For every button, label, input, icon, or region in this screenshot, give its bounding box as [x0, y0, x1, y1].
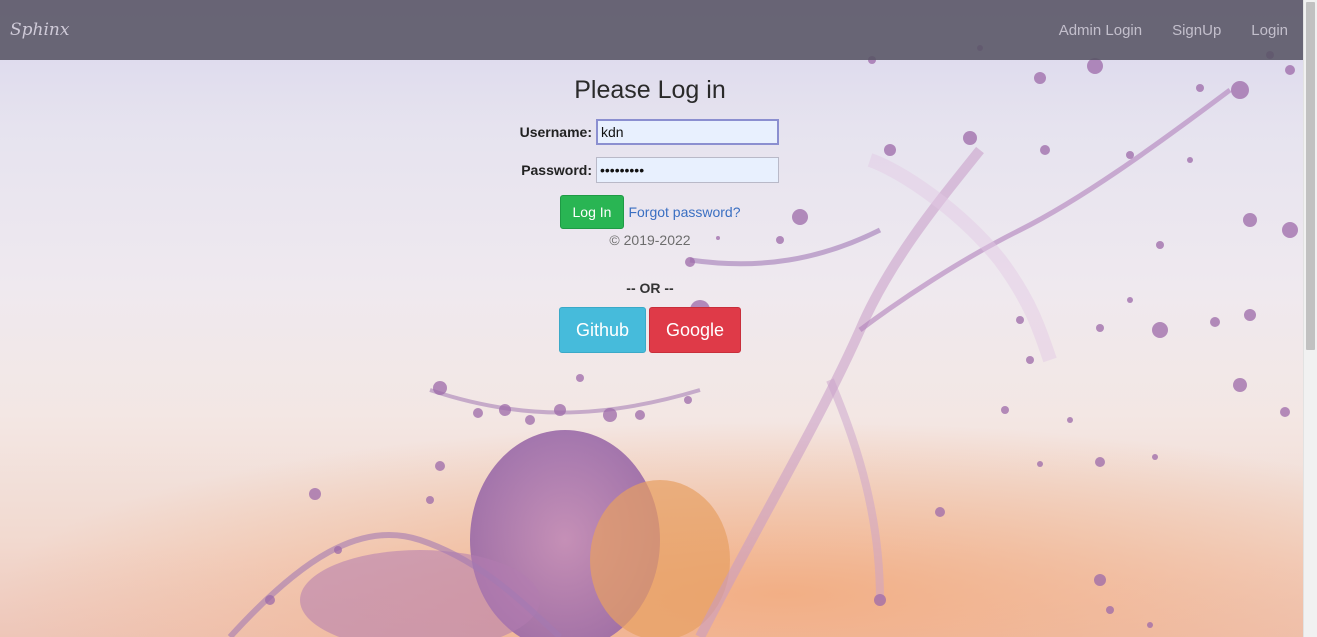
top-navbar: Sphinx Admin Login SignUp Login [0, 0, 1304, 60]
nav-link-admin-login[interactable]: Admin Login [1059, 22, 1142, 39]
github-login-button[interactable]: Github [558, 307, 646, 353]
login-form: Please Log in Username: Password: Log In… [500, 72, 800, 353]
copyright-text: © 2019-2022 [609, 232, 691, 248]
username-row: Username: [500, 113, 800, 151]
password-label: Password: [521, 162, 592, 178]
forgot-password-link[interactable]: Forgot password? [628, 204, 740, 220]
password-input[interactable] [596, 157, 779, 183]
scrollbar-thumb[interactable] [1306, 2, 1315, 350]
google-login-button[interactable]: Google [649, 307, 742, 353]
login-button[interactable]: Log In [559, 195, 625, 229]
brand-logo[interactable]: Sphinx [10, 20, 69, 40]
login-actions: Log In Forgot password? [500, 195, 800, 229]
oauth-buttons: Github Google [500, 307, 800, 353]
page-title: Please Log in [574, 76, 726, 104]
nav-link-login[interactable]: Login [1251, 22, 1288, 39]
page-scrollbar[interactable] [1303, 0, 1317, 637]
username-input[interactable] [596, 119, 779, 145]
or-divider: -- OR -- [626, 280, 674, 296]
password-row: Password: [500, 151, 800, 189]
username-label: Username: [519, 124, 592, 140]
page: Sphinx Admin Login SignUp Login Please L… [0, 0, 1317, 637]
nav-links: Admin Login SignUp Login [1059, 22, 1294, 39]
nav-link-signup[interactable]: SignUp [1172, 22, 1221, 39]
